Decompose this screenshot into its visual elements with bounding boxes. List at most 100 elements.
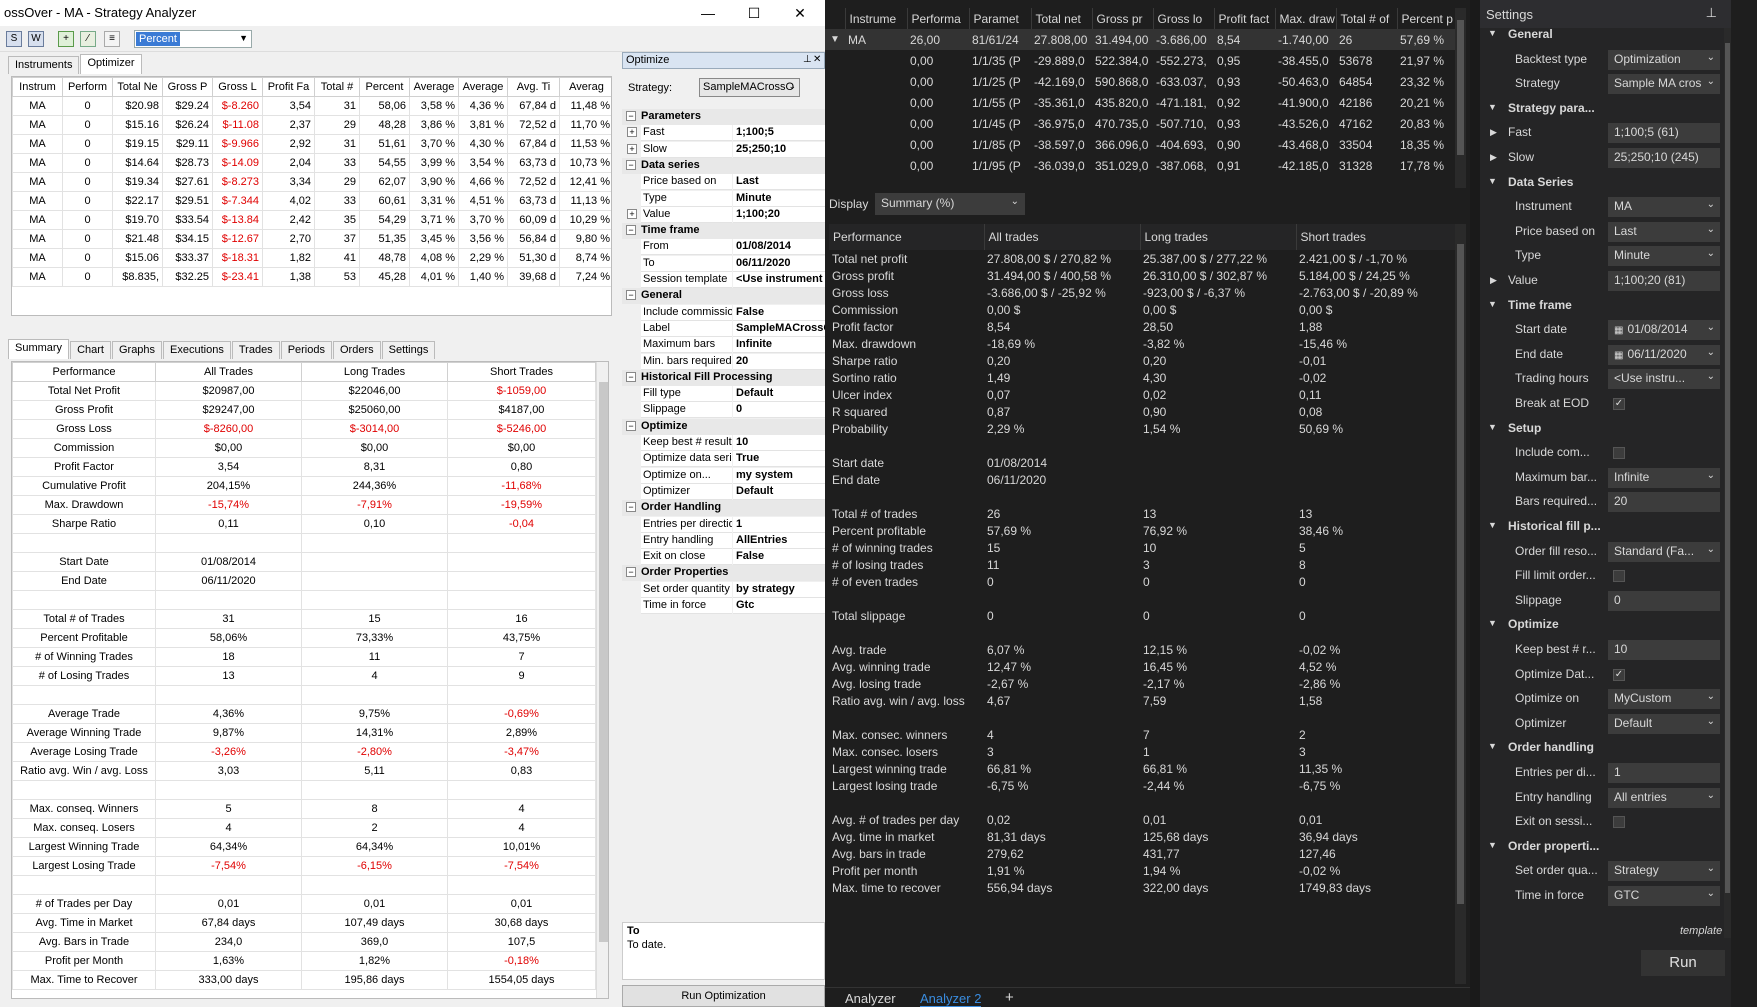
tab-optimizer[interactable]: Optimizer [80,54,142,74]
chart-icon[interactable]: ⁄ [80,31,96,47]
property-row[interactable]: Optimize data seriesTrue [622,451,825,468]
expand-icon[interactable]: + [627,127,637,138]
setting-select[interactable]: GTC ⌄ [1608,886,1720,906]
settings-section[interactable]: ▼ Optimize [1480,613,1724,637]
table-row[interactable]: MA 0 $19.15 $29.11 $-9.966 2,92 31 51,61 3,70 % 4… [12,134,611,154]
property-row[interactable]: Include commission False [622,304,825,321]
settings-section[interactable]: ▼ Strategy para... [1480,97,1724,121]
setting-select[interactable]: Last ⌄ [1608,221,1720,242]
tab-analyzer[interactable]: Analyzer [845,991,896,1006]
property-category[interactable]: − General [622,288,825,305]
calendar-icon[interactable]: ▦ [1614,350,1623,361]
chevron-down-icon[interactable]: ▼ [1488,176,1497,186]
setting-input[interactable]: 0 [1608,590,1720,611]
property-row[interactable]: From 01/08/2014 [622,239,825,256]
grid-header[interactable]: Max. draw [1275,8,1337,29]
property-value[interactable]: 1;100;5 [733,125,825,142]
table-row[interactable]: MA 0 $8.835, $32.25 $-23.41 1,38 53 45,28 4,01 %… [12,267,611,287]
table-row[interactable]: 0,00 1/1/85 (P -38.597,0 366.096,0 -404.693,… [825,134,1455,155]
property-value[interactable]: 10 [733,435,825,451]
display-unit-combo[interactable]: Percent ▼ [134,30,252,48]
property-row[interactable]: To 06/11/2020 [622,255,825,272]
pin-icon[interactable]: ⊥ [1706,5,1717,21]
settings-section[interactable]: ▼ Time frame [1480,294,1724,318]
property-row[interactable]: + Slow 25;250;10 [622,141,825,158]
settings-section[interactable]: ▼ Historical fill p... [1480,515,1724,539]
settings-section[interactable]: ▼ Order handling [1480,736,1724,760]
grid-header[interactable]: Paramet [969,8,1032,29]
property-row[interactable]: Price based on Last [622,174,825,191]
close-icon[interactable]: ✕ [813,54,821,65]
setting-select[interactable]: Minute ⌄ [1608,246,1720,267]
setting-select[interactable]: Optimization ⌄ [1608,49,1720,70]
setting-checkbox[interactable]: ✓ [1613,398,1625,410]
property-value[interactable]: 20 [733,353,825,370]
property-row[interactable]: Slippage 0 [622,402,825,419]
expand-icon[interactable]: + [627,208,637,219]
tab-settings[interactable]: Settings [381,341,436,359]
property-value[interactable]: 1 [733,516,825,533]
close-button[interactable]: ✕ [777,0,823,26]
grid-header[interactable]: Percent [359,77,410,97]
property-row[interactable]: Type Minute [622,190,825,207]
property-value[interactable]: 25;250;10 [733,141,825,158]
setting-input[interactable]: 1;100;20 (81) [1608,271,1720,291]
grid-header[interactable]: Total Ne [112,77,163,97]
display-select[interactable]: Summary (%) ⌄ [875,193,1025,215]
setting-input[interactable]: 25;250;10 (245) [1608,148,1720,168]
property-value[interactable]: 1;100;20 [733,206,825,223]
property-value[interactable]: True [733,451,825,468]
minimize-button[interactable]: — [685,0,731,26]
setting-checkbox[interactable] [1613,816,1625,829]
property-row[interactable]: Optimize on... my system [622,467,825,484]
setting-checkbox[interactable] [1613,447,1625,460]
property-value[interactable]: my system [733,467,825,484]
table-row[interactable]: MA 0 $20.98 $29.24 $-8.260 3,54 31 58,06 3,58 % 4… [12,96,611,116]
property-row[interactable]: + Value 1;100;20 [622,206,825,223]
chevron-down-icon[interactable]: ▼ [1488,28,1497,38]
setting-select[interactable]: Infinite ⌄ [1608,467,1720,488]
calendar-icon[interactable]: ▦ [1614,325,1623,336]
tab-periods[interactable]: Periods [280,341,332,359]
table-row[interactable]: 0,00 1/1/25 (P -42.169,0 590.868,0 -633.037,… [825,71,1455,92]
table-row[interactable]: 0,00 1/1/95 (P -36.039,0 351.029,0 -387.068,… [825,155,1455,176]
chevron-down-icon[interactable]: ▼ [1488,102,1497,112]
pin-icon[interactable]: ⊥ [803,54,812,65]
property-row[interactable]: Entries per direction 1 [622,516,825,533]
settings-section[interactable]: ▼ Order properti... [1480,835,1724,859]
grid-header[interactable]: Gross pr [1092,8,1154,29]
tab-summary[interactable]: Summary [8,339,70,359]
chevron-down-icon[interactable]: ▼ [1488,618,1497,628]
property-row[interactable]: Maximum bars Infinite [622,337,825,354]
setting-select[interactable]: Strategy ⌄ [1608,861,1720,882]
collapse-icon[interactable]: − [626,159,636,170]
chevron-down-icon[interactable]: ▼ [1488,520,1497,530]
collapse-icon[interactable]: − [626,111,636,121]
property-category[interactable]: − Order Handling [622,500,825,517]
collapse-icon[interactable]: − [626,225,636,236]
strategy-icon[interactable]: S [6,31,22,47]
property-value[interactable]: Infinite [733,337,825,354]
run-button[interactable]: Run [1641,950,1725,976]
table-row[interactable]: MA 0 $14.64 $28.73 $-14.09 2,04 33 54,55 3,99 % 3… [12,153,611,173]
results-scrollbar[interactable] [1455,8,1466,188]
property-row[interactable]: LabelSampleMACrossOv [622,320,825,337]
property-value[interactable]: SampleMACrossOv [733,320,825,337]
property-row[interactable]: Keep best # results 10 [622,435,825,451]
property-value[interactable]: 01/08/2014 [733,239,825,256]
setting-select[interactable]: <Use instru... ⌄ [1608,369,1720,390]
setting-input[interactable]: 20 [1608,492,1720,513]
setting-select[interactable]: Sample MA cros ⌄ [1608,74,1720,95]
property-row[interactable]: Fill type Default [622,386,825,403]
add-tab-button[interactable]: + [1005,989,1014,1006]
table-row[interactable]: MA 0 $19.70 $33.54 $-13.84 2,42 35 54,29 3,71 % 3… [12,210,611,230]
grid-header[interactable]: Averag [559,77,611,97]
property-value[interactable]: by strategy [733,581,825,598]
grid-header[interactable]: Instrum [12,77,63,97]
grid-header[interactable]: Gross L [212,77,263,97]
chevron-down-icon[interactable]: ▼ [1488,840,1497,850]
collapse-icon[interactable]: − [626,420,636,431]
template-link[interactable]: template [1680,925,1722,937]
tab-instruments[interactable]: Instruments [8,56,80,74]
chevron-down-icon[interactable]: ▼ [1488,299,1497,309]
